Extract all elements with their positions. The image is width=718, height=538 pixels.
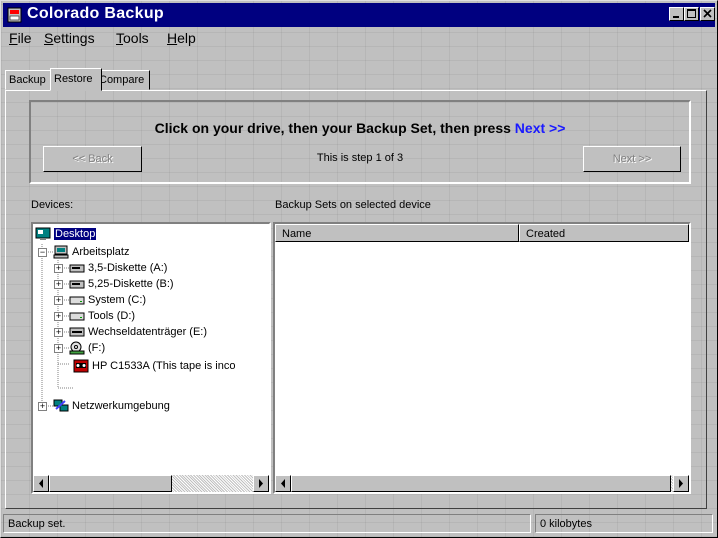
tab-compare[interactable]: Compare (95, 70, 150, 90)
tree-label: Arbeitsplatz (72, 246, 130, 258)
tree-label: Desktop (54, 228, 97, 240)
close-icon[interactable] (700, 7, 715, 21)
tree-label: HP C1533A (This tape is inco (92, 360, 236, 372)
scroll-thumb[interactable] (291, 475, 671, 492)
desktop-icon (35, 227, 51, 241)
tree-item-drive-b[interactable]: 5,25-Diskette (B:) (69, 276, 174, 292)
tree-item-tape-drive[interactable]: HP C1533A (This tape is inco (73, 358, 235, 374)
tree-label: Tools (D:) (88, 310, 136, 322)
tree-label: Netzwerkumgebung (72, 400, 170, 412)
maximize-icon[interactable] (684, 7, 699, 21)
tree-item-drive-f[interactable]: (F:) (69, 340, 105, 356)
window-title: Colorado Backup (27, 5, 164, 22)
tree-label: System (C:) (88, 294, 147, 306)
tree-label: 3,5-Diskette (A:) (88, 262, 168, 274)
expand-toggle[interactable]: + (54, 344, 63, 353)
status-size: 0 kilobytes (535, 514, 713, 533)
backup-sets-label: Backup Sets on selected device (275, 199, 431, 211)
tree-item-arbeitsplatz[interactable]: Arbeitsplatz (53, 244, 129, 260)
backup-sets-list[interactable]: Name Created (273, 222, 691, 494)
expand-toggle[interactable]: + (38, 402, 47, 411)
scroll-right-icon[interactable] (673, 475, 689, 492)
menu-tools[interactable]: Tools (116, 30, 149, 46)
menu-settings[interactable]: Settings (44, 30, 95, 46)
floppy-drive-icon (69, 261, 85, 275)
tree-item-drive-e[interactable]: Wechseldatenträger (E:) (69, 324, 207, 340)
column-header-name[interactable]: Name (275, 224, 519, 242)
devices-label: Devices: (31, 199, 74, 211)
minimize-icon[interactable] (669, 7, 684, 21)
tree-label: (F:) (88, 342, 106, 354)
title-bar[interactable]: Colorado Backup (3, 3, 715, 27)
menu-file[interactable]: File (9, 30, 32, 46)
status-message: Backup set. (3, 514, 531, 533)
tab-restore[interactable]: Restore (50, 68, 102, 91)
scroll-thumb[interactable] (49, 475, 172, 492)
scroll-right-icon[interactable] (253, 475, 269, 492)
scroll-left-icon[interactable] (275, 475, 291, 492)
collapse-toggle[interactable]: − (38, 248, 47, 257)
tape-drive-icon (73, 359, 89, 373)
wizard-panel: Click on your drive, then your Backup Se… (29, 100, 691, 184)
devices-hscrollbar[interactable] (33, 475, 269, 492)
devices-tree[interactable]: Desktop − Arbeitsplatz + 3,5-Diskette (A… (31, 222, 271, 494)
tree-item-drive-d[interactable]: Tools (D:) (69, 308, 135, 324)
expand-toggle[interactable]: + (54, 264, 63, 273)
backup-app-icon (7, 7, 23, 23)
expand-toggle[interactable]: + (54, 296, 63, 305)
tree-item-drive-c[interactable]: System (C:) (69, 292, 146, 308)
floppy-drive-icon (69, 277, 85, 291)
menu-help[interactable]: Help (167, 30, 196, 46)
tree-item-network[interactable]: Netzwerkumgebung (53, 398, 170, 414)
backup-sets-hscrollbar[interactable] (275, 475, 689, 492)
removable-drive-icon (69, 325, 85, 339)
expand-toggle[interactable]: + (54, 328, 63, 337)
tree-item-drive-a[interactable]: 3,5-Diskette (A:) (69, 260, 167, 276)
hard-drive-icon (69, 293, 85, 307)
app-window: Colorado Backup File Settings Tools Help… (0, 0, 718, 538)
instruction-next-link: Next >> (514, 120, 566, 136)
expand-toggle[interactable]: + (54, 280, 63, 289)
column-header-created[interactable]: Created (519, 224, 689, 242)
next-button[interactable]: Next >> (583, 146, 681, 172)
network-icon (53, 399, 69, 413)
cdrom-drive-icon (69, 341, 85, 355)
tree-label: 5,25-Diskette (B:) (88, 278, 174, 290)
wizard-instruction: Click on your drive, then your Backup Se… (31, 120, 689, 136)
status-bar: Backup set. 0 kilobytes (3, 512, 715, 534)
instruction-text: Click on your drive, then your Backup Se… (154, 120, 511, 136)
scroll-left-icon[interactable] (33, 475, 49, 492)
hard-drive-icon (69, 309, 85, 323)
computer-icon (53, 245, 69, 259)
tree-item-desktop[interactable]: Desktop (35, 226, 97, 242)
tree-label: Wechseldatenträger (E:) (88, 326, 208, 338)
expand-toggle[interactable]: + (54, 312, 63, 321)
